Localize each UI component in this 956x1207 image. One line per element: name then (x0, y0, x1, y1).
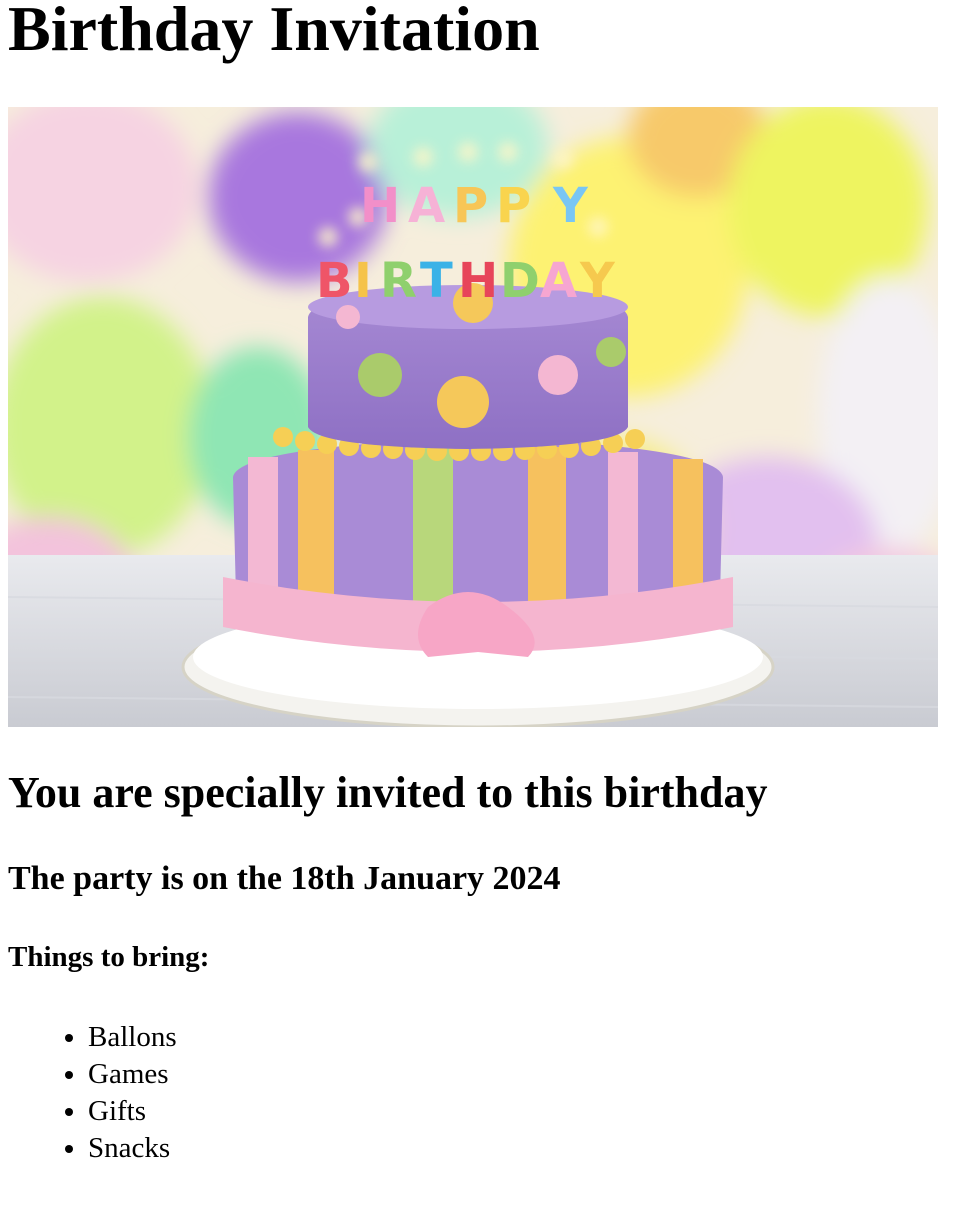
svg-text:T: T (420, 253, 453, 309)
things-to-bring-heading: Things to bring: (8, 941, 210, 973)
invite-heading: You are specially invited to this birthd… (8, 768, 768, 817)
svg-text:B: B (316, 253, 353, 309)
bring-items-list: Ballons Games Gifts Snacks (8, 1019, 948, 1167)
list-item: Games (88, 1056, 948, 1093)
svg-text:A: A (540, 253, 577, 309)
party-date-heading: The party is on the 18th January 2024 (8, 860, 561, 897)
svg-text:D: D (500, 253, 540, 309)
svg-text:P: P (496, 178, 531, 234)
svg-text:R: R (380, 253, 417, 309)
svg-text:Y: Y (579, 253, 616, 309)
svg-text:A: A (408, 178, 445, 234)
svg-text:I: I (354, 253, 372, 309)
list-item: Snacks (88, 1130, 948, 1167)
svg-text:Y: Y (552, 178, 589, 234)
svg-text:H: H (360, 178, 400, 234)
svg-text:H: H (458, 253, 498, 309)
svg-text:P: P (453, 178, 488, 234)
birthday-cake-image: H A P P Y B I R T H D A Y (8, 107, 938, 727)
page-title: Birthday Invitation (8, 0, 540, 64)
list-item: Ballons (88, 1019, 948, 1056)
page-content: Birthday Invitation H A P P Y B I R T H … (0, 0, 956, 1167)
list-item: Gifts (88, 1093, 948, 1130)
